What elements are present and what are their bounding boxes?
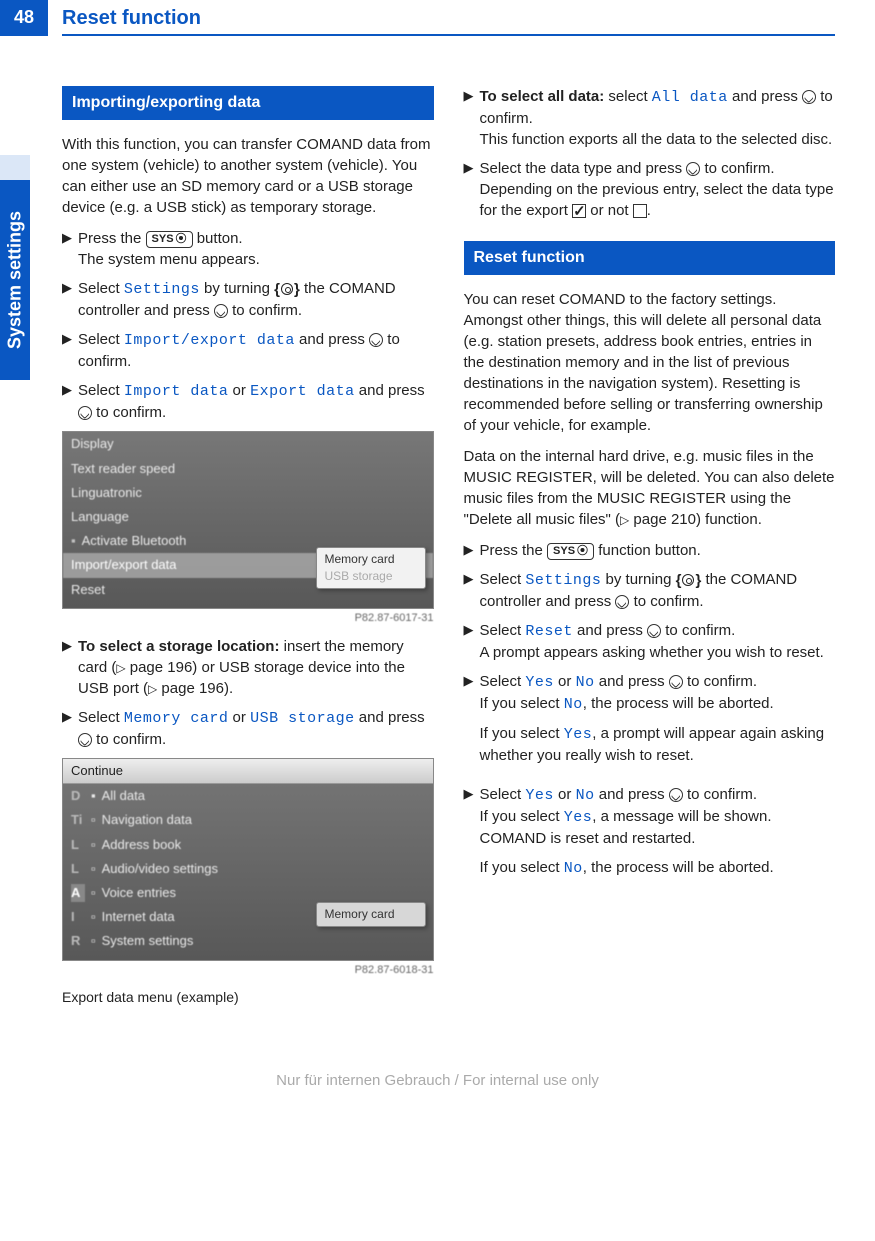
step-marker-icon: ▶ xyxy=(464,540,474,561)
footer-watermark: Nur für internen Gebrauch / For internal… xyxy=(0,1070,875,1091)
ss-row: D▪All data xyxy=(63,784,433,808)
ui-all-data: All data xyxy=(652,89,728,106)
triangle-ref-icon: ▷ xyxy=(148,682,157,696)
step-marker-icon: ▶ xyxy=(62,329,72,350)
press-icon xyxy=(615,595,629,609)
press-icon xyxy=(669,675,683,689)
step-press-sys-2: ▶ Press the SYS⦿ function button. xyxy=(464,540,836,561)
press-icon xyxy=(214,304,228,318)
ui-yes: Yes xyxy=(525,674,554,691)
screenshot-1: Display Text reader speed Linguatronic L… xyxy=(62,431,434,608)
press-icon xyxy=(802,90,816,104)
side-tab: System settings xyxy=(0,180,30,380)
press-icon xyxy=(369,333,383,347)
reset-paragraph-2: Data on the internal hard drive, e.g. mu… xyxy=(464,446,836,530)
step-marker-icon: ▶ xyxy=(62,380,72,401)
checkbox-checked-icon xyxy=(572,204,586,218)
image-code-1: P82.87-6017-31 xyxy=(62,611,434,626)
ss-row: R▫System settings xyxy=(63,929,433,953)
ui-memory-card: Memory card xyxy=(124,710,229,727)
ss-row: L▫Address book xyxy=(63,833,433,857)
step-marker-icon: ▶ xyxy=(62,707,72,728)
step-marker-icon: ▶ xyxy=(62,636,72,657)
step-yes-no-2: ▶ Select Yes or No and press to confirm.… xyxy=(464,784,836,889)
step-select-reset: ▶ Select Reset and press to confirm. A p… xyxy=(464,620,836,663)
step-marker-icon: ▶ xyxy=(464,158,474,179)
section-importing: Importing/exporting data xyxy=(62,86,434,120)
ui-settings: Settings xyxy=(124,281,200,298)
reset-paragraph-1: You can reset COMAND to the factory sett… xyxy=(464,289,836,436)
ui-importexport: Import/export data xyxy=(124,332,295,349)
step-marker-icon: ▶ xyxy=(464,569,474,590)
content-area: Importing/exporting data With this funct… xyxy=(0,36,875,1040)
step-marker-icon: ▶ xyxy=(464,784,474,805)
intro-paragraph: With this function, you can transfer COM… xyxy=(62,134,434,218)
step-select-settings: ▶ Select Settings by turning {} the COMA… xyxy=(62,278,434,321)
step-select-memory-usb: ▶ Select Memory card or USB storage and … xyxy=(62,707,434,750)
triangle-ref-icon: ▷ xyxy=(116,661,125,675)
ui-settings: Settings xyxy=(525,572,601,589)
ui-import-data: Import data xyxy=(124,383,229,400)
step-select-import-or-export: ▶ Select Import data or Export data and … xyxy=(62,380,434,423)
ui-export-data: Export data xyxy=(250,383,355,400)
ss-header: Continue xyxy=(63,759,433,784)
step-marker-icon: ▶ xyxy=(62,278,72,299)
triangle-ref-icon: ▷ xyxy=(620,513,629,527)
step-select-datatype: ▶ Select the data type and press to conf… xyxy=(464,158,836,221)
press-icon xyxy=(669,788,683,802)
turn-knob-icon: {} xyxy=(676,570,702,591)
page-title: Reset function xyxy=(48,0,201,36)
step-select-all-data: ▶ To select all data: select All data an… xyxy=(464,86,836,150)
ss-popup: Memory card USB storage xyxy=(316,547,426,589)
side-tab-marker xyxy=(0,155,30,180)
ui-no: No xyxy=(576,787,595,804)
step-marker-icon: ▶ xyxy=(464,620,474,641)
press-icon xyxy=(686,162,700,176)
step-marker-icon: ▶ xyxy=(464,86,474,107)
turn-knob-icon: {} xyxy=(274,279,300,300)
checkbox-empty-icon xyxy=(633,204,647,218)
press-icon xyxy=(647,624,661,638)
step-yes-no-1: ▶ Select Yes or No and press to confirm.… xyxy=(464,671,836,776)
ss-row: Linguatronic xyxy=(63,481,433,505)
step-press-sys: ▶ Press the SYS⦿ button. The system menu… xyxy=(62,228,434,270)
step-marker-icon: ▶ xyxy=(464,671,474,692)
ui-yes: Yes xyxy=(525,787,554,804)
press-icon xyxy=(78,733,92,747)
ss-row: Language xyxy=(63,505,433,529)
section-reset: Reset function xyxy=(464,241,836,275)
step-select-importexport: ▶ Select Import/export data and press to… xyxy=(62,329,434,372)
ui-reset: Reset xyxy=(525,623,573,640)
right-column: ▶ To select all data: select All data an… xyxy=(464,86,836,1020)
screenshot-2: Continue D▪All data Ti▫Navigation data L… xyxy=(62,758,434,961)
left-column: Importing/exporting data With this funct… xyxy=(62,86,434,1020)
ss-row: L▫Audio/video settings xyxy=(63,857,433,881)
ss-row: Ti▫Navigation data xyxy=(63,808,433,832)
screenshot-2-caption: Export data menu (example) xyxy=(62,988,434,1008)
step-marker-icon: ▶ xyxy=(62,228,72,249)
ss-row: Text reader speed xyxy=(63,457,433,481)
page-header: 48 Reset function xyxy=(0,0,875,36)
ui-no: No xyxy=(576,674,595,691)
step-select-settings-2: ▶ Select Settings by turning {} the COMA… xyxy=(464,569,836,612)
page-number: 48 xyxy=(0,0,48,36)
ss-row: Display xyxy=(63,432,433,456)
sys-button-icon: SYS⦿ xyxy=(547,543,594,560)
ss-side-label: Memory card xyxy=(316,902,426,927)
press-icon xyxy=(78,406,92,420)
ui-usb-storage: USB storage xyxy=(250,710,355,727)
step-storage-location: ▶ To select a storage location: insert t… xyxy=(62,636,434,699)
sys-button-icon: SYS⦿ xyxy=(146,231,193,248)
image-code-2: P82.87-6018-31 xyxy=(62,963,434,978)
